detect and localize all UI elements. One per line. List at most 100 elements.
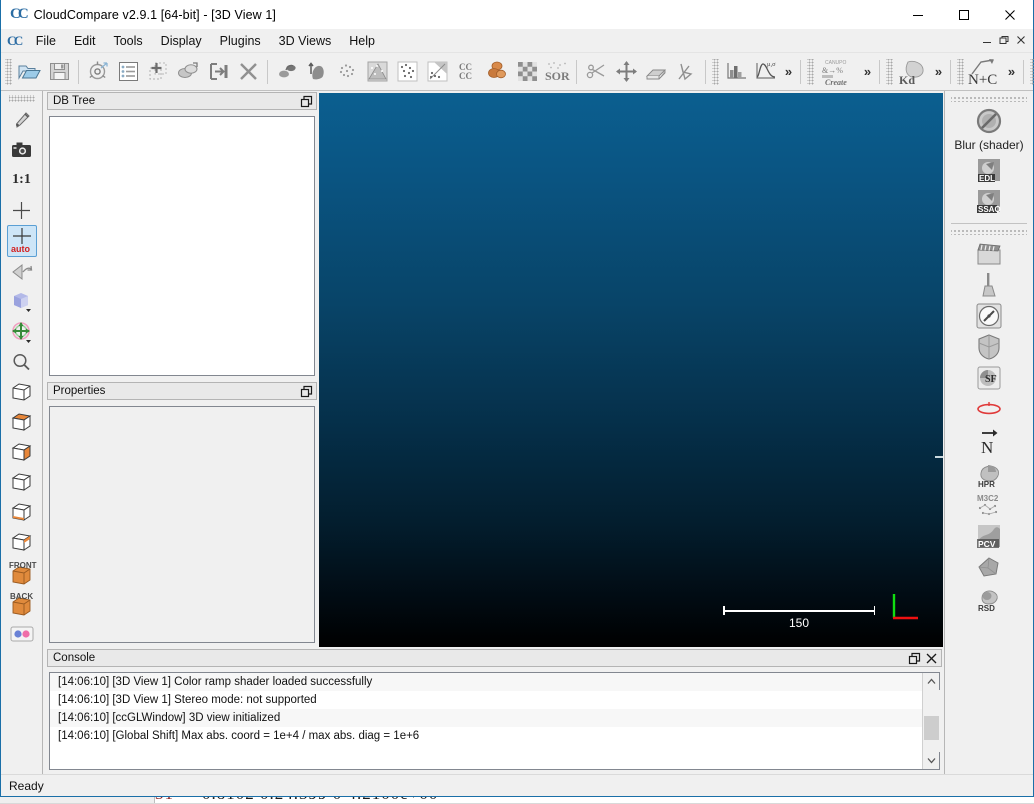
pick-rotation-center-button[interactable] — [7, 105, 37, 135]
view-iso1-button[interactable] — [7, 527, 37, 557]
register-button[interactable] — [272, 57, 302, 87]
scroll-down-button[interactable] — [923, 752, 940, 769]
plugins-toolbar-grip[interactable] — [951, 228, 1027, 235]
cloud-cloud-dist-button[interactable] — [392, 57, 422, 87]
stereo-mode-button[interactable] — [7, 619, 37, 649]
hough-normals-button[interactable] — [969, 394, 1009, 424]
menu-file[interactable]: File — [27, 32, 65, 50]
subsample-button[interactable] — [203, 57, 233, 87]
clone-button[interactable] — [143, 57, 173, 87]
facets-plugin-button[interactable] — [969, 332, 1009, 362]
menu-3d-views[interactable]: 3D Views — [270, 32, 341, 50]
toolbar-grip-6[interactable] — [1030, 58, 1034, 85]
toolbar-overflow-2-button[interactable]: » — [860, 57, 875, 87]
toolbar-grip-5[interactable] — [957, 58, 964, 85]
menu-edit[interactable]: Edit — [65, 32, 105, 50]
menu-plugins[interactable]: Plugins — [211, 32, 270, 50]
view-front-button[interactable]: FRONT — [7, 557, 37, 588]
console-undock-button[interactable] — [908, 652, 921, 667]
console-body[interactable]: [14:06:10] [3D View 1] Color ramp shader… — [49, 672, 940, 770]
delete-button[interactable] — [233, 57, 263, 87]
normal-correction-button[interactable]: N+C — [966, 57, 1004, 88]
section-button[interactable] — [641, 57, 671, 87]
point-size-button[interactable] — [7, 317, 37, 347]
scrollbar-track[interactable] — [922, 690, 940, 752]
noise-filter-button[interactable] — [512, 57, 542, 87]
segment-button[interactable] — [581, 57, 611, 87]
animation-plugin-button[interactable] — [969, 239, 1009, 269]
toolbar-overflow-4-button[interactable]: » — [1004, 57, 1019, 87]
toolbar-grip-4[interactable] — [886, 58, 893, 85]
console-scrollbar[interactable] — [922, 673, 940, 769]
normals-button[interactable] — [302, 57, 332, 87]
subsample-cloud-button[interactable] — [332, 57, 362, 87]
toggle-orientation-button[interactable] — [7, 257, 37, 287]
menu-tools[interactable]: Tools — [104, 32, 151, 50]
hpr-plugin-button[interactable]: HPR — [969, 460, 1009, 490]
zoom-global-button[interactable] — [7, 347, 37, 377]
toolbar-overflow-1-button[interactable]: » — [781, 57, 796, 87]
point-picking-button[interactable] — [671, 57, 701, 87]
default-colors-button[interactable] — [7, 287, 37, 317]
statistical-test-button[interactable] — [482, 57, 512, 87]
snapshot-button[interactable] — [7, 135, 37, 165]
histogram-button[interactable] — [721, 57, 751, 87]
translate-rotate-button[interactable] — [611, 57, 641, 87]
m3c2-plugin-button[interactable]: M3C2 — [969, 491, 1009, 521]
save-file-button[interactable] — [44, 57, 74, 87]
auto-pivot-button[interactable]: auto — [6, 225, 37, 257]
mdi-minimize-button[interactable] — [979, 31, 995, 48]
sf-plugin-button[interactable]: SF — [969, 363, 1009, 393]
window-maximize-button[interactable] — [941, 0, 987, 29]
properties-table[interactable] — [49, 406, 315, 643]
toggle-db-tree-button[interactable] — [113, 57, 143, 87]
scrollbar-thumb[interactable] — [923, 716, 939, 741]
merge-button[interactable] — [173, 57, 203, 87]
toolbar-grip-3[interactable] — [807, 58, 814, 85]
toolbar-grip[interactable] — [5, 58, 12, 85]
window-close-button[interactable] — [987, 0, 1033, 29]
db-tree-undock-button[interactable] — [300, 95, 313, 110]
ssao-shader-button[interactable]: SSAO — [969, 187, 1009, 217]
view-top-button[interactable] — [7, 407, 37, 437]
view-right-button[interactable] — [7, 497, 37, 527]
mdi-close-button[interactable] — [1013, 31, 1029, 48]
window-minimize-button[interactable] — [895, 0, 941, 29]
db-tree-view[interactable] — [49, 116, 315, 376]
broom-plugin-button[interactable] — [969, 270, 1009, 300]
gl-3d-view[interactable]: 150 — [319, 93, 943, 647]
view-toolbar-grip[interactable] — [8, 95, 35, 102]
shader-toolbar-grip[interactable] — [951, 95, 1027, 102]
compass-plugin-button[interactable] — [969, 301, 1009, 331]
canupo-create-button[interactable]: CANUPO &→% Create — [816, 57, 860, 87]
toolbar-grip-2[interactable] — [712, 58, 719, 85]
scroll-up-button[interactable] — [923, 673, 940, 690]
console-close-button[interactable] — [926, 653, 937, 667]
poisson-recon-button[interactable] — [969, 553, 1009, 583]
gauss-fit-button[interactable]: μ,σ — [751, 57, 781, 87]
sor-filter-button[interactable]: SOR — [542, 57, 572, 87]
view-wireframe-button[interactable] — [7, 377, 37, 407]
properties-panel: Properties — [47, 382, 317, 649]
properties-undock-button[interactable] — [300, 385, 313, 400]
view-bottom-button[interactable] — [7, 437, 37, 467]
toggle-properties-button[interactable] — [83, 57, 113, 87]
mdi-restore-button[interactable] — [996, 31, 1012, 48]
cc-compare-button[interactable]: CC CC — [452, 57, 482, 87]
kd-tree-button[interactable]: Kd — [895, 57, 931, 87]
cloud-mesh-dist-button[interactable] — [422, 57, 452, 87]
normals-n-button[interactable]: N — [969, 425, 1009, 459]
menu-display[interactable]: Display — [152, 32, 211, 50]
pcv-plugin-button[interactable]: PCV — [969, 522, 1009, 552]
set-pivot-button[interactable] — [7, 195, 37, 225]
open-file-button[interactable] — [14, 57, 44, 87]
edl-shader-button[interactable]: EDL — [969, 156, 1009, 186]
blur-shader-button[interactable] — [969, 106, 1009, 136]
mesh-button[interactable] — [362, 57, 392, 87]
zoom-1-1-button[interactable]: 1:1 — [7, 165, 37, 195]
toolbar-overflow-3-button[interactable]: » — [931, 57, 946, 87]
view-left-button[interactable] — [7, 467, 37, 497]
menu-help[interactable]: Help — [340, 32, 384, 50]
view-back-button[interactable]: BACK — [7, 588, 37, 619]
rsd-plugin-button[interactable]: RSD — [969, 584, 1009, 614]
